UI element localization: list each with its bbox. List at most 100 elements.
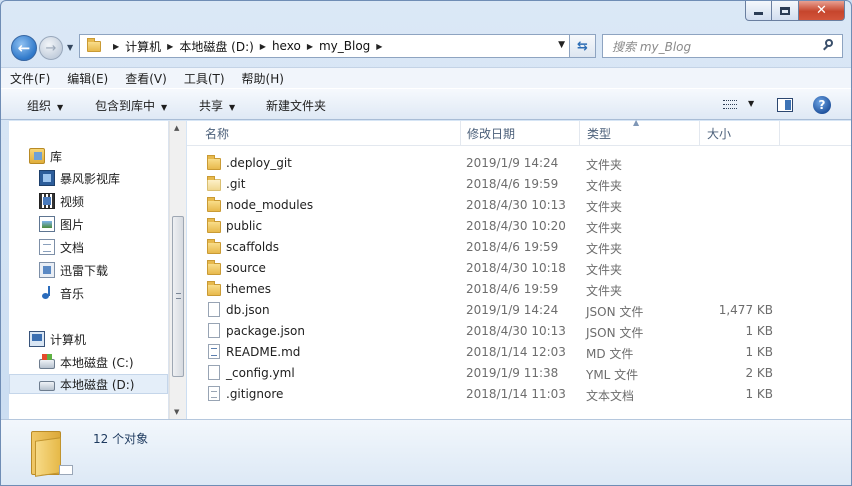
file-name: public [226, 219, 263, 233]
organize-label: 组织 [27, 99, 52, 113]
address-bar[interactable]: ▶ 计算机 ▶ 本地磁盘 (D:) ▶ hexo ▶ my_Blog ▶ ▼ [79, 34, 570, 58]
file-modified: 2018/1/14 11:03 [466, 387, 566, 401]
breadcrumb-arrow-icon[interactable]: ▶ [113, 42, 119, 51]
file-row[interactable]: source 2018/4/30 10:18 文件夹 [205, 258, 785, 278]
file-row[interactable]: package.json 2018/4/30 10:13 JSON 文件 1 KB [205, 321, 785, 341]
file-row[interactable]: db.json 2019/1/9 14:24 JSON 文件 1,477 KB [205, 300, 785, 320]
tree-item-computer[interactable]: 计算机 [29, 329, 86, 349]
breadcrumb-arrow-icon[interactable]: ▶ [307, 42, 313, 51]
file-row[interactable]: _config.yml 2019/1/9 11:38 YML 文件 2 KB [205, 363, 785, 383]
preview-pane-icon[interactable] [777, 98, 793, 112]
file-modified: 2018/4/6 19:59 [466, 177, 559, 191]
tree-label: 暴风影视库 [60, 171, 121, 186]
tree-label: 音乐 [60, 286, 85, 301]
file-modified: 2018/4/30 10:13 [466, 324, 566, 338]
tree-item-drive-c[interactable]: 本地磁盘 (C:) [39, 352, 134, 372]
computer-icon [29, 331, 45, 347]
chevron-down-icon: ▼ [57, 103, 64, 112]
file-row[interactable]: README.md 2018/1/14 12:03 MD 文件 1 KB [205, 342, 785, 362]
column-label: 名称 [205, 127, 230, 141]
column-header-type[interactable]: 类型 [580, 121, 700, 146]
drive-icon [39, 380, 55, 391]
breadcrumb-arrow-icon[interactable]: ▶ [167, 42, 173, 51]
column-label: 修改日期 [467, 127, 516, 141]
search-icon[interactable] [820, 37, 838, 55]
menu-bar: 文件(F) 编辑(E) 查看(V) 工具(T) 帮助(H) [1, 67, 851, 88]
file-row[interactable]: public 2018/4/30 10:20 文件夹 [205, 216, 785, 236]
back-arrow-icon: ← [17, 39, 31, 57]
help-icon[interactable]: ? [813, 96, 831, 114]
change-view-icon[interactable] [723, 99, 737, 110]
navigation-scrollbar[interactable]: ▲ ▼ [169, 121, 186, 419]
close-button[interactable]: ✕ [799, 1, 845, 21]
folder-shape [87, 38, 101, 52]
menu-file[interactable]: 文件(F) [10, 70, 50, 87]
music-icon [39, 285, 55, 301]
file-row[interactable]: .gitignore 2018/1/14 11:03 文本文档 1 KB [205, 384, 785, 404]
refresh-button[interactable]: ⇆ [570, 34, 596, 58]
breadcrumb-arrow-icon[interactable]: ▶ [260, 42, 266, 51]
new-folder-button[interactable]: 新建文件夹 [266, 97, 326, 114]
breadcrumb-hexo[interactable]: hexo [272, 39, 301, 53]
tree-item-videos[interactable]: 视频 [39, 191, 84, 211]
organize-button[interactable]: 组织 ▼ [27, 97, 63, 114]
file-modified: 2018/4/30 10:13 [466, 198, 566, 212]
view-options-dropdown[interactable]: ▼ [748, 99, 754, 108]
share-button[interactable]: 共享 ▼ [199, 97, 235, 114]
tree-item-drive-d[interactable]: 本地磁盘 (D:) [9, 374, 168, 394]
menu-edit[interactable]: 编辑(E) [67, 70, 108, 87]
tree-item-music[interactable]: 音乐 [39, 283, 84, 303]
documents-icon [39, 239, 55, 255]
include-in-library-button[interactable]: 包含到库中 ▼ [95, 97, 167, 114]
video-library-icon [39, 170, 55, 186]
file-row[interactable]: node_modules 2018/4/30 10:13 文件夹 [205, 195, 785, 215]
file-row[interactable]: themes 2018/4/6 19:59 文件夹 [205, 279, 785, 299]
text-file-icon [208, 386, 220, 401]
minimize-button[interactable] [745, 1, 772, 21]
search-input[interactable]: 搜索 my_Blog [602, 34, 843, 58]
file-size: 1 KB [745, 324, 773, 338]
file-type: 文件夹 [586, 200, 623, 214]
file-row[interactable]: scaffolds 2018/4/6 19:59 文件夹 [205, 237, 785, 257]
close-icon: ✕ [816, 3, 827, 18]
menu-view[interactable]: 查看(V) [125, 70, 167, 87]
breadcrumb-arrow-icon[interactable]: ▶ [376, 42, 382, 51]
folder-icon [85, 38, 103, 53]
column-header-modified[interactable]: 修改日期 [460, 121, 580, 146]
menu-tools[interactable]: 工具(T) [184, 70, 225, 87]
pictures-icon [39, 216, 55, 232]
forward-button[interactable]: → [39, 36, 63, 60]
column-label: 类型 [587, 127, 612, 141]
folder-icon [207, 260, 221, 275]
recent-pages-dropdown[interactable]: ▼ [67, 43, 73, 52]
tree-item-baofeng-library[interactable]: 暴风影视库 [39, 168, 120, 188]
file-modified: 2018/4/6 19:59 [466, 282, 559, 296]
breadcrumb-my-blog[interactable]: my_Blog [319, 39, 370, 53]
tree-item-xunlei-downloads[interactable]: 迅雷下载 [39, 260, 108, 280]
file-type: 文本文档 [586, 389, 635, 403]
file-row[interactable]: .deploy_git 2019/1/9 14:24 文件夹 [205, 153, 785, 173]
chevron-down-icon: ▼ [229, 103, 236, 112]
tree-item-documents[interactable]: 文档 [39, 237, 84, 257]
maximize-button[interactable] [772, 1, 799, 21]
scroll-up-icon[interactable]: ▲ [174, 124, 179, 132]
tree-label: 库 [50, 149, 63, 164]
file-row[interactable]: .git 2018/4/6 19:59 文件夹 [205, 174, 785, 194]
file-name: .gitignore [226, 387, 284, 401]
scroll-down-icon[interactable]: ▼ [174, 408, 179, 416]
column-header-name[interactable]: 名称 [198, 121, 461, 146]
tree-item-libraries[interactable]: 库 [29, 146, 62, 166]
file-modified: 2018/1/14 12:03 [466, 345, 566, 359]
search-placeholder: 搜索 my_Blog [612, 39, 692, 54]
breadcrumb-computer[interactable]: 计算机 [125, 38, 161, 55]
back-button[interactable]: ← [11, 35, 37, 61]
column-header-size[interactable]: 大小 [700, 121, 780, 146]
library-icon [29, 148, 45, 164]
menu-help[interactable]: 帮助(H) [242, 70, 284, 87]
tree-item-pictures[interactable]: 图片 [39, 214, 84, 234]
breadcrumb-drive-d[interactable]: 本地磁盘 (D:) [179, 38, 253, 55]
address-history-dropdown[interactable]: ▼ [558, 40, 565, 50]
new-folder-label: 新建文件夹 [266, 99, 327, 113]
scroll-thumb[interactable] [172, 216, 184, 377]
tree-label: 视频 [60, 194, 85, 209]
